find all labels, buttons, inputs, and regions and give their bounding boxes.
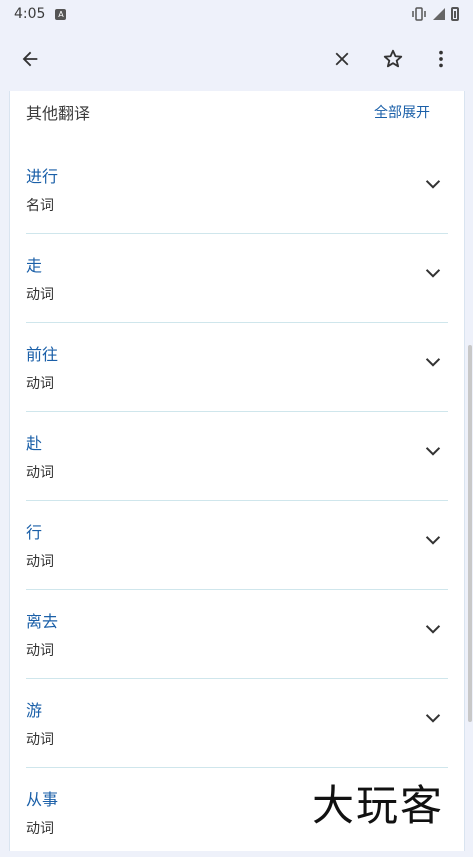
part-of-speech: 动词 <box>26 732 54 748</box>
translation-word: 前往 <box>26 345 59 364</box>
translation-word: 行 <box>26 523 43 542</box>
part-of-speech: 动词 <box>26 287 54 303</box>
part-of-speech: 动词 <box>26 465 54 481</box>
translation-item[interactable]: 离去 动词 <box>26 590 448 679</box>
battery-icon <box>451 7 459 21</box>
part-of-speech: 动词 <box>26 376 54 392</box>
scrollbar[interactable] <box>468 345 472 722</box>
translation-list: 进行 名词 走 动词 前往 动词 赴 动词 行 动词 离去 动词 游 动词 从事… <box>26 145 448 857</box>
chevron-down-icon[interactable] <box>422 173 444 195</box>
translation-word: 进行 <box>26 167 59 186</box>
translation-word: 走 <box>26 256 43 275</box>
translation-item[interactable]: 赴 动词 <box>26 412 448 501</box>
back-button[interactable] <box>10 39 50 79</box>
top-toolbar <box>0 28 473 90</box>
translation-item[interactable]: 走 动词 <box>26 234 448 323</box>
part-of-speech: 动词 <box>26 821 54 837</box>
translation-word: 从事 <box>26 790 59 809</box>
other-translations-panel: 其他翻译 全部展开 进行 名词 走 动词 前往 动词 赴 动词 行 动词 离去 … <box>9 91 465 851</box>
panel-header: 其他翻译 全部展开 <box>10 91 464 131</box>
translation-item[interactable]: 进行 名词 <box>26 145 448 234</box>
more-vert-icon <box>439 50 443 68</box>
chevron-down-icon[interactable] <box>422 440 444 462</box>
part-of-speech: 动词 <box>26 554 54 570</box>
part-of-speech: 动词 <box>26 643 54 659</box>
translation-word: 游 <box>26 701 43 720</box>
translation-item[interactable]: 前往 动词 <box>26 323 448 412</box>
star-button[interactable] <box>373 39 413 79</box>
vibrate-icon <box>412 7 426 21</box>
star-icon <box>383 49 403 68</box>
translation-item[interactable]: 行 动词 <box>26 501 448 590</box>
panel-title: 其他翻译 <box>26 104 91 123</box>
part-of-speech: 名词 <box>26 198 54 214</box>
notification-icon: A <box>55 8 67 20</box>
chevron-down-icon[interactable] <box>422 618 444 640</box>
status-bar: 4:05 A <box>0 0 473 28</box>
watermark-logo: 大玩客 <box>312 781 445 830</box>
chevron-down-icon[interactable] <box>422 351 444 373</box>
status-time: 4:05 <box>14 6 46 22</box>
arrow-left-icon <box>22 51 38 67</box>
status-icons <box>411 7 459 21</box>
chevron-down-icon[interactable] <box>422 529 444 551</box>
close-icon <box>335 52 349 66</box>
translation-word: 离去 <box>26 612 59 631</box>
signal-icon <box>433 8 445 20</box>
translation-item[interactable]: 游 动词 <box>26 679 448 768</box>
expand-all-button[interactable]: 全部展开 <box>374 102 430 122</box>
chevron-down-icon[interactable] <box>422 262 444 284</box>
more-options-button[interactable] <box>421 39 461 79</box>
translation-word: 赴 <box>26 434 43 453</box>
chevron-down-icon[interactable] <box>422 707 444 729</box>
close-button[interactable] <box>322 39 362 79</box>
